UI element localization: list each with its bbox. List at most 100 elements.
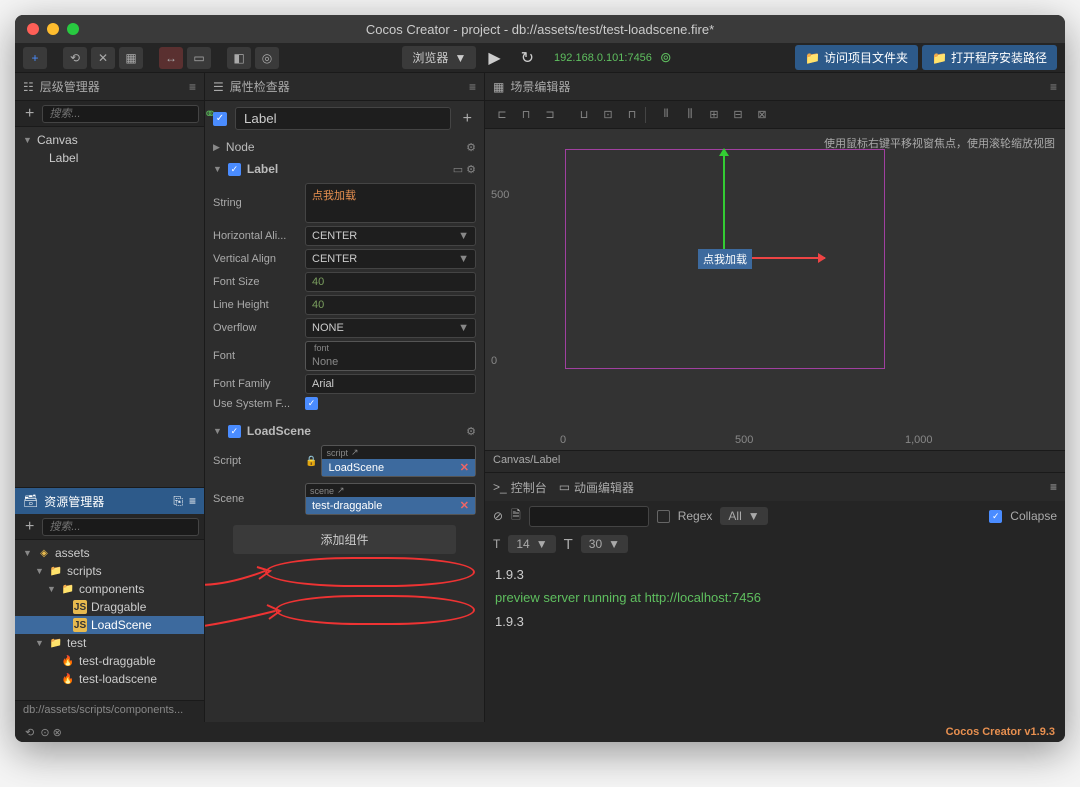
console-line: 1.9.3: [495, 610, 1055, 633]
rect-tool-icon[interactable]: ▭: [187, 47, 211, 69]
assets-folder-scripts[interactable]: ▼📁scripts: [15, 562, 204, 580]
collapse-checkbox[interactable]: ✓: [989, 510, 1002, 523]
play-button[interactable]: ▶: [480, 48, 508, 68]
preview-target-label: 浏览器: [412, 49, 448, 66]
align-right-icon[interactable]: ⊐: [539, 105, 561, 125]
console-menu-icon[interactable]: ≡: [1050, 480, 1057, 494]
prop-overflow-dropdown[interactable]: NONE▼: [305, 318, 476, 338]
add-tool-icon[interactable]: +: [23, 47, 47, 69]
console-filter-input[interactable]: [529, 506, 649, 527]
hierarchy-add-button[interactable]: +: [21, 105, 38, 123]
assets-file-draggable[interactable]: JSDraggable: [15, 598, 204, 616]
assets-add-button[interactable]: +: [21, 518, 38, 536]
status-icon2[interactable]: ⊗: [53, 726, 62, 739]
inspector-add-button[interactable]: +: [459, 110, 476, 128]
assets-file-loadscene[interactable]: JSLoadScene: [15, 616, 204, 634]
prop-string-input[interactable]: 点我加载: [305, 183, 476, 223]
label-enabled-checkbox[interactable]: ✓: [228, 163, 241, 176]
annotation-arrow: [205, 601, 285, 641]
align-top-icon[interactable]: ⊔: [573, 105, 595, 125]
prop-script-label: Script: [213, 455, 305, 467]
align-left-icon[interactable]: ⊏: [491, 105, 513, 125]
add-component-button[interactable]: 添加组件: [233, 525, 456, 554]
prop-string-label: String: [213, 197, 305, 209]
close-tool-icon[interactable]: ✕: [91, 47, 115, 69]
gizmo-y-axis[interactable]: [723, 149, 725, 259]
open-project-folder-button[interactable]: 📁 访问项目文件夹: [795, 45, 918, 70]
sync-icon[interactable]: ⟲: [25, 726, 34, 739]
loadscene-enabled-checkbox[interactable]: ✓: [228, 425, 241, 438]
prop-scene-slot[interactable]: scene ↗ test-draggable✕: [305, 483, 476, 515]
reload-button[interactable]: ↻: [513, 48, 542, 68]
hierarchy-node-label[interactable]: Label: [15, 149, 204, 167]
move-tool-icon[interactable]: ↔: [159, 47, 183, 69]
hierarchy-tree: ▼Canvas Label: [15, 127, 204, 487]
console-fontsize2-dropdown[interactable]: 30 ▼: [581, 535, 628, 553]
dist-icon3[interactable]: ⊠: [751, 105, 773, 125]
assets-root[interactable]: ▼◈assets: [15, 544, 204, 562]
assets-folder-components[interactable]: ▼📁components: [15, 580, 204, 598]
align-middle-icon[interactable]: ⊡: [597, 105, 619, 125]
hierarchy-node-canvas[interactable]: ▼Canvas: [15, 131, 204, 149]
assets-search-input[interactable]: [42, 518, 199, 536]
prop-usesystem-checkbox[interactable]: ✓: [305, 397, 318, 410]
console-clear-icon[interactable]: ⊘: [493, 509, 503, 523]
scene-viewport[interactable]: 使用鼠标右键平移视窗焦点，使用滚轮缩放视图 点我加载 500 0 0 500 1…: [485, 129, 1065, 450]
assets-menu-icon[interactable]: ≡: [189, 494, 196, 508]
maximize-button[interactable]: [67, 23, 79, 35]
prop-fontsize-input[interactable]: 40: [305, 272, 476, 292]
main-area: ☷ 层级管理器 ≡ + ⚭ ▼Canvas Label 🗃 资源管理器 ⎘ ≡: [15, 73, 1065, 722]
text-large-icon: T: [564, 536, 573, 553]
grid-tool-icon[interactable]: ▦: [119, 47, 143, 69]
console-fontsize1-dropdown[interactable]: 14 ▼: [508, 535, 555, 553]
world-tool-icon[interactable]: ◎: [255, 47, 279, 69]
node-name-input[interactable]: [235, 107, 451, 130]
tab-console[interactable]: >_ 控制台: [493, 479, 547, 496]
hierarchy-icon: ☷: [23, 80, 34, 94]
tab-animation[interactable]: ▭ 动画编辑器: [559, 479, 634, 496]
prop-fontfamily-input[interactable]: Arial: [305, 374, 476, 394]
gear-icon[interactable]: ⚙: [466, 141, 476, 154]
preview-target-dropdown[interactable]: 浏览器 ▼: [402, 46, 476, 69]
loadscene-gear-icon[interactable]: ⚙: [466, 425, 476, 438]
scene-menu-icon[interactable]: ≡: [1050, 80, 1057, 94]
section-loadscene-header[interactable]: ▼ ✓ LoadScene ⚙: [213, 420, 476, 442]
axis-tick: 1,000: [905, 434, 933, 446]
dist-v-icon[interactable]: ⫼: [679, 105, 701, 125]
prop-script-slot[interactable]: script ↗ LoadScene✕: [321, 445, 476, 477]
console-level-dropdown[interactable]: All ▼: [720, 507, 767, 525]
section-label-header[interactable]: ▼ ✓ Label ▭ ⚙: [213, 158, 476, 180]
hierarchy-menu-icon[interactable]: ≡: [189, 80, 196, 94]
assets-fire-draggable[interactable]: 🔥test-draggable: [15, 652, 204, 670]
script-clear-button[interactable]: ✕: [460, 461, 469, 474]
close-button[interactable]: [27, 23, 39, 35]
node-active-checkbox[interactable]: ✓: [213, 112, 227, 126]
status-icon[interactable]: ⊙: [40, 726, 49, 739]
regex-checkbox[interactable]: [657, 510, 670, 523]
align-center-icon[interactable]: ⊓: [515, 105, 537, 125]
prop-halign-dropdown[interactable]: CENTER▼: [305, 226, 476, 246]
hierarchy-search-input[interactable]: [42, 105, 199, 123]
prop-valign-dropdown[interactable]: CENTER▼: [305, 249, 476, 269]
refresh-tool-icon[interactable]: ⟲: [63, 47, 87, 69]
assets-copy-icon[interactable]: ⎘: [173, 494, 183, 509]
regex-label: Regex: [678, 509, 713, 523]
dist-icon[interactable]: ⊞: [703, 105, 725, 125]
open-install-path-button[interactable]: 📁 打开程序安装路径: [922, 45, 1057, 70]
lock-icon: 🔒: [305, 456, 317, 467]
anchor-tool-icon[interactable]: ◧: [227, 47, 251, 69]
assets-folder-test[interactable]: ▼📁test: [15, 634, 204, 652]
scene-node-label[interactable]: 点我加载: [698, 249, 752, 269]
scene-clear-button[interactable]: ✕: [460, 499, 469, 512]
console-file-icon[interactable]: 🗎: [511, 506, 521, 527]
minimize-button[interactable]: [47, 23, 59, 35]
prop-lineheight-input[interactable]: 40: [305, 295, 476, 315]
assets-fire-loadscene[interactable]: 🔥test-loadscene: [15, 670, 204, 688]
dist-icon2[interactable]: ⊟: [727, 105, 749, 125]
prop-font-slot[interactable]: font None: [305, 341, 476, 371]
align-bottom-icon[interactable]: ⊓: [621, 105, 643, 125]
inspector-menu-icon[interactable]: ≡: [469, 80, 476, 94]
dist-h-icon[interactable]: ⫴: [655, 105, 677, 125]
label-help-icon[interactable]: ▭ ⚙: [453, 163, 476, 176]
section-node-header[interactable]: ▶Node ⚙: [213, 136, 476, 158]
